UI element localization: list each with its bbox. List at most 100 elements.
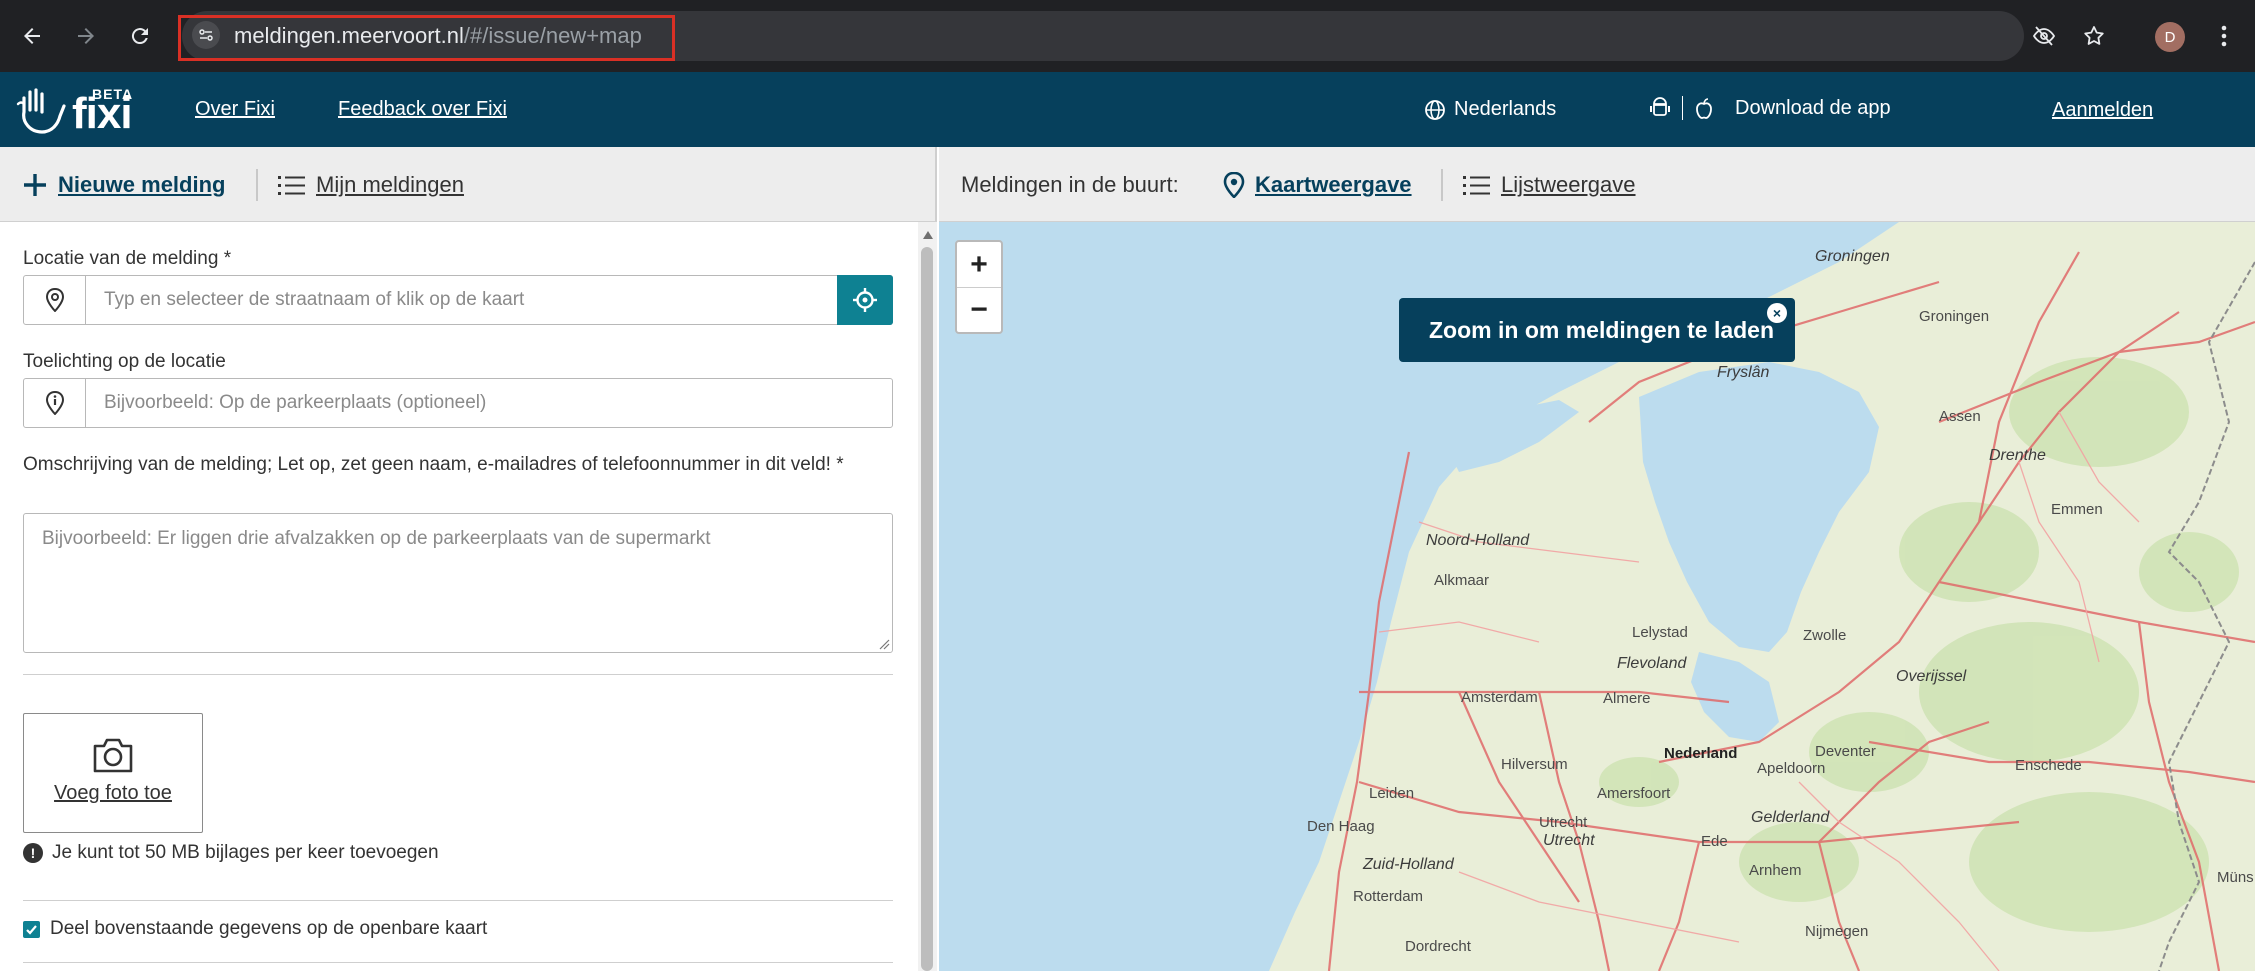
map-label: Apeldoorn bbox=[1757, 760, 1826, 777]
divider bbox=[1682, 96, 1683, 120]
map-label: Nijmegen bbox=[1805, 923, 1869, 940]
map-label: Alkmaar bbox=[1434, 572, 1490, 589]
tab-my-reports[interactable]: Mijn meldingen bbox=[278, 171, 464, 199]
map-panel[interactable]: + − Zoom in om meldingen te laden × Gron… bbox=[939, 222, 2255, 971]
close-icon[interactable]: × bbox=[1767, 303, 1787, 323]
map-label: Zwolle bbox=[1803, 627, 1847, 644]
language-selector[interactable]: Nederlands bbox=[1424, 98, 1556, 121]
url-highlight-box bbox=[178, 15, 675, 61]
current-location-button[interactable] bbox=[837, 275, 893, 325]
map-label: Assen bbox=[1939, 408, 1981, 425]
zoom-in-button[interactable]: + bbox=[957, 242, 1001, 287]
browser-toolbar: meldingen.meervoort.nl/#/issue/new+map D bbox=[0, 0, 2255, 72]
nav-over-fixi[interactable]: Over Fixi bbox=[195, 96, 275, 122]
login-link[interactable]: Aanmelden bbox=[2052, 97, 2153, 123]
nearby-reports-bar: Meldingen in de buurt: Kaartweergave Lij… bbox=[939, 147, 2255, 222]
map-label: Enschede bbox=[2015, 757, 2082, 774]
more-menu-icon[interactable] bbox=[2210, 22, 2238, 50]
map-label: Fryslân bbox=[1717, 364, 1770, 381]
add-photo-label: Voeg foto toe bbox=[54, 782, 172, 804]
tab-list-view[interactable]: Lijstweergave bbox=[1463, 171, 1636, 199]
bookmark-star-icon[interactable] bbox=[2080, 22, 2108, 50]
divider bbox=[23, 674, 893, 675]
tab-new-report[interactable]: Nieuwe melding bbox=[22, 171, 225, 199]
scroll-up-arrow-icon[interactable] bbox=[918, 228, 937, 242]
divider bbox=[23, 900, 893, 901]
location-placeholder: Typ en selecteer de straatnaam of klik o… bbox=[104, 289, 525, 310]
location-info-icon bbox=[24, 379, 86, 427]
map-label: Müns bbox=[2217, 869, 2254, 886]
map-label: Flevoland bbox=[1617, 655, 1687, 672]
map-label: Arnhem bbox=[1749, 862, 1802, 879]
share-checkbox-label: Deel bovenstaande gegevens op de openbar… bbox=[50, 918, 488, 939]
map-label: Amsterdam bbox=[1461, 689, 1538, 706]
checkmark-icon bbox=[26, 924, 37, 935]
download-app-label: Download de app bbox=[1735, 96, 1891, 119]
location-note-input[interactable]: Bijvoorbeeld: Op de parkeerplaats (optio… bbox=[23, 378, 893, 428]
location-note-label: Toelichting op de locatie bbox=[23, 351, 226, 372]
globe-icon bbox=[1425, 99, 1445, 120]
tab-new-report-label: Nieuwe melding bbox=[58, 172, 226, 197]
map-pin-icon bbox=[24, 276, 86, 324]
map-label: Overijssel bbox=[1896, 668, 1967, 685]
crosshair-icon bbox=[853, 288, 877, 312]
location-label: Locatie van de melding * bbox=[23, 248, 232, 269]
profile-avatar[interactable]: D bbox=[2155, 22, 2185, 52]
logo-wordmark: fixi bbox=[72, 89, 133, 138]
language-label: Nederlands bbox=[1454, 98, 1557, 120]
map-label: Drenthe bbox=[1989, 447, 2046, 464]
eye-off-icon[interactable] bbox=[2030, 22, 2058, 50]
nav-feedback[interactable]: Feedback over Fixi bbox=[338, 96, 507, 122]
map-label: Utrecht bbox=[1543, 832, 1595, 849]
map-label: Almere bbox=[1603, 690, 1651, 707]
list-icon bbox=[1463, 176, 1490, 195]
report-tabs-bar: Nieuwe melding Mijn meldingen bbox=[0, 147, 937, 222]
resize-handle-icon[interactable] bbox=[878, 638, 890, 650]
zoom-out-button[interactable]: − bbox=[957, 287, 1001, 332]
description-label: Omschrijving van de melding; Let op, zet… bbox=[23, 454, 844, 475]
attachment-note: ! Je kunt tot 50 MB bijlages per keer to… bbox=[23, 842, 439, 864]
reload-icon[interactable] bbox=[122, 18, 158, 54]
apple-icon bbox=[1696, 98, 1712, 119]
list-icon bbox=[278, 176, 305, 195]
tab-map-view[interactable]: Kaartweergave bbox=[1223, 171, 1412, 199]
map-label: Zuid-Holland bbox=[1363, 856, 1454, 873]
map-label: Groningen bbox=[1815, 248, 1890, 265]
plus-icon bbox=[24, 174, 46, 196]
divider bbox=[23, 962, 893, 963]
location-input[interactable]: Typ en selecteer de straatnaam of klik o… bbox=[23, 275, 893, 325]
tab-my-reports-label: Mijn meldingen bbox=[316, 172, 464, 197]
alert-icon: ! bbox=[23, 843, 43, 863]
share-checkbox[interactable] bbox=[23, 920, 40, 938]
map-label: Rotterdam bbox=[1353, 888, 1424, 905]
map-label: Deventer bbox=[1815, 743, 1876, 760]
forward-icon[interactable] bbox=[68, 18, 104, 54]
zoom-hint-text: Zoom in om meldingen te laden bbox=[1429, 316, 1775, 343]
map-label: Hilversum bbox=[1501, 756, 1568, 773]
tab-map-view-label: Kaartweergave bbox=[1255, 172, 1412, 197]
back-icon[interactable] bbox=[14, 18, 50, 54]
scrollbar-thumb[interactable] bbox=[921, 247, 933, 971]
description-textarea[interactable]: Bijvoorbeeld: Er liggen drie afvalzakken… bbox=[23, 513, 893, 653]
download-app-link[interactable]: Download de app bbox=[1650, 96, 1891, 120]
share-checkbox-row[interactable]: Deel bovenstaande gegevens op de openbar… bbox=[23, 918, 487, 940]
zoom-hint-tooltip: Zoom in om meldingen te laden × bbox=[1399, 298, 1795, 362]
map-label: Amersfoort bbox=[1597, 785, 1671, 802]
tab-list-view-label: Lijstweergave bbox=[1501, 172, 1636, 197]
map-label: Groningen bbox=[1919, 308, 1990, 325]
add-photo-button[interactable]: Voeg foto toe bbox=[23, 713, 203, 833]
map-pin-icon bbox=[1223, 172, 1245, 198]
map-label: Nederland bbox=[1664, 745, 1738, 762]
map-label: Ede bbox=[1701, 833, 1728, 850]
divider bbox=[1441, 169, 1443, 201]
map-label: Noord-Holland bbox=[1426, 532, 1530, 549]
map-label: Lelystad bbox=[1632, 624, 1688, 641]
hand-logo-icon bbox=[16, 88, 66, 134]
map-label: Leiden bbox=[1369, 785, 1415, 802]
fixi-logo[interactable]: BETA fixi bbox=[14, 80, 144, 138]
camera-icon bbox=[93, 738, 133, 773]
location-note-placeholder: Bijvoorbeeld: Op de parkeerplaats (optio… bbox=[104, 392, 487, 413]
nearby-label: Meldingen in de buurt: bbox=[961, 172, 1179, 197]
map-label: Gelderland bbox=[1751, 809, 1830, 826]
app-header: BETA fixi Over Fixi Feedback over Fixi N… bbox=[0, 72, 2255, 147]
